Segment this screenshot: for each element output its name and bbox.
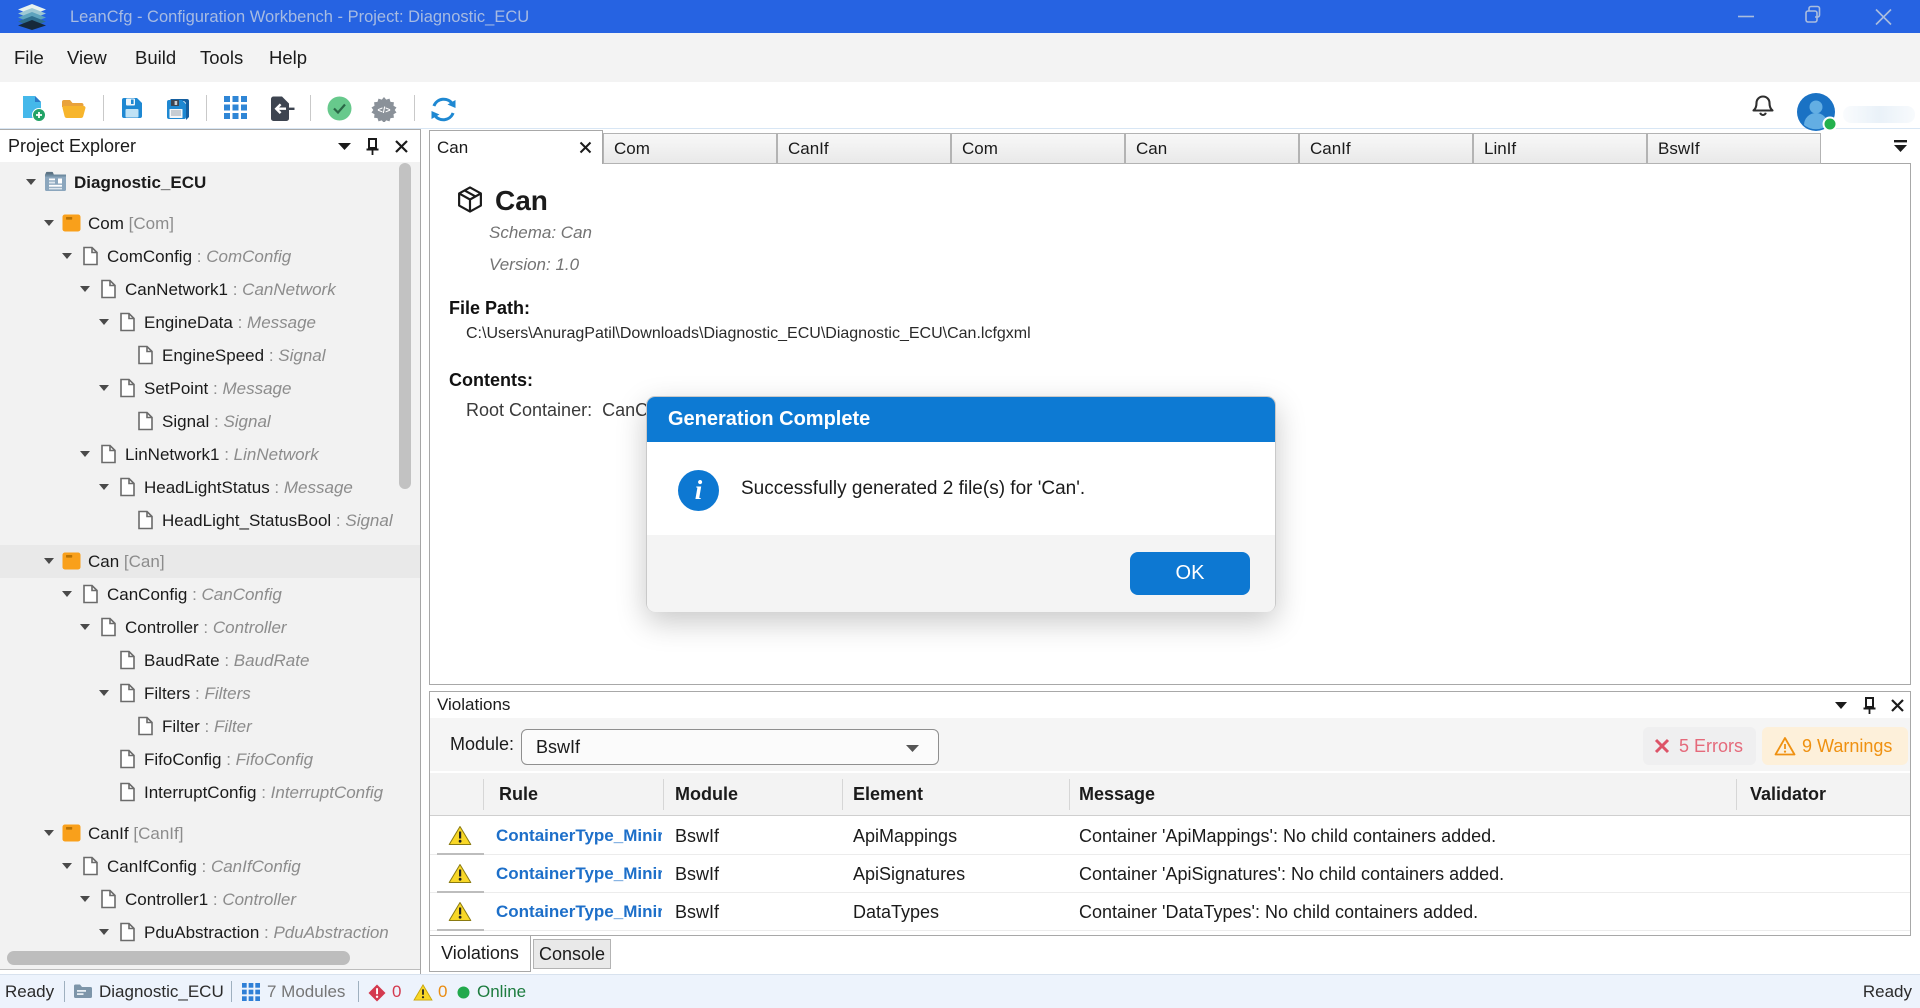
svg-text:</>: </> xyxy=(377,105,390,115)
